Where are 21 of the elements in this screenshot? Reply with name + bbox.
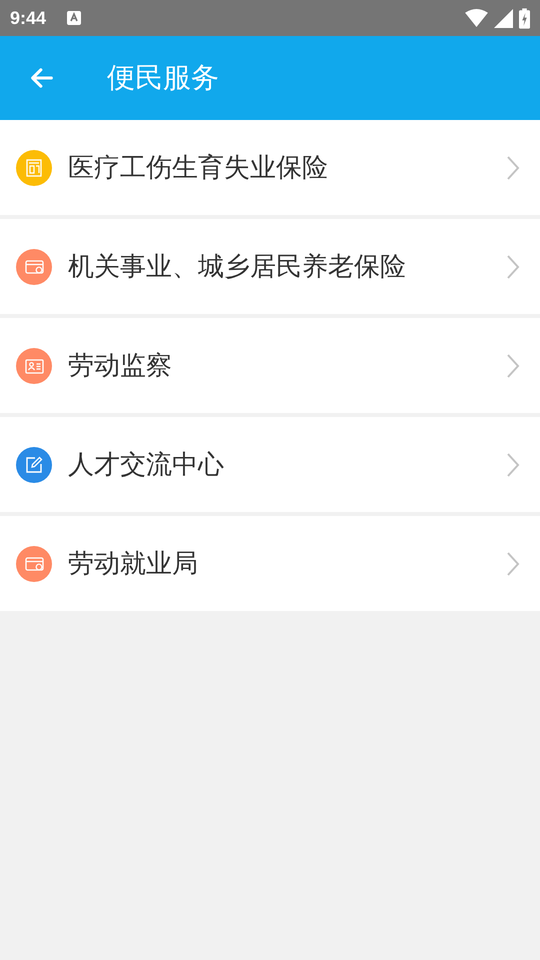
item-label: 医疗工伤生育失业保险 (68, 152, 329, 185)
service-list-item[interactable]: 机关事业、城乡居民养老保险 (0, 219, 540, 314)
item-label: 机关事业、城乡居民养老保险 (68, 251, 407, 284)
signal-icon (494, 8, 513, 28)
item-label: 劳动监察 (68, 350, 173, 383)
chevron-right-icon (506, 154, 520, 180)
page-title: 便民服务 (107, 60, 219, 96)
service-list-item[interactable]: 人才交流中心 (0, 417, 540, 512)
chevron-right-icon (506, 550, 520, 576)
service-list-item[interactable]: 医疗工伤生育失业保险 (0, 120, 540, 215)
chevron-right-icon (506, 452, 520, 478)
service-list-item[interactable]: 劳动监察 (0, 318, 540, 413)
status-time: 9:44 (10, 8, 46, 28)
battery-icon (519, 8, 530, 28)
item-label: 劳动就业局 (68, 548, 199, 581)
chevron-right-icon (506, 352, 520, 378)
keyboard-notification-icon (66, 10, 82, 26)
wifi-icon (465, 8, 488, 28)
chevron-right-icon (506, 254, 520, 280)
service-list-item[interactable]: 劳动就业局 (0, 516, 540, 611)
item-label: 人才交流中心 (68, 449, 225, 482)
